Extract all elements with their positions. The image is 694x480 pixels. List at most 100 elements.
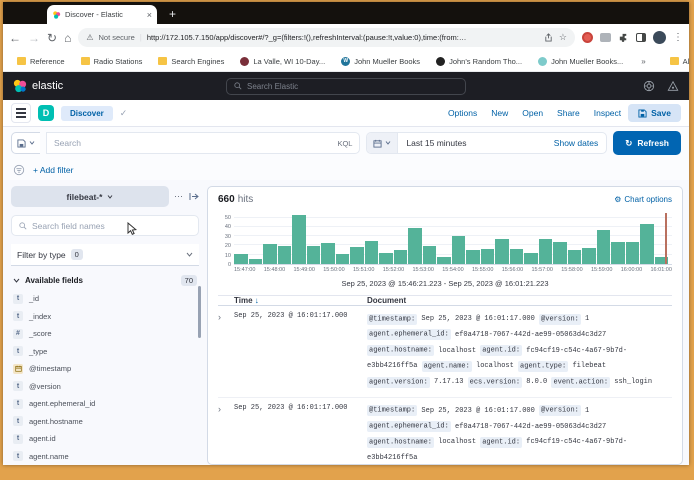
histogram-bar[interactable] [263,244,277,264]
field-item[interactable]: @timestamp [11,360,199,378]
new-tab-button[interactable]: + [169,7,176,21]
elastic-logo[interactable]: elastic [13,79,63,93]
chart-plot-area[interactable] [234,213,672,265]
histogram-bar[interactable] [452,236,466,264]
global-search-input[interactable]: Search Elastic [226,78,466,95]
sort-desc-icon[interactable]: ↓ [255,296,259,305]
side-panel-icon[interactable] [636,33,646,42]
back-icon[interactable]: ← [9,32,21,44]
histogram-bar[interactable] [611,242,625,264]
kql-search-input[interactable]: Search KQL [46,132,360,154]
histogram-bar[interactable] [394,250,408,264]
browser-menu-icon[interactable]: ⋮ [673,32,683,43]
field-item[interactable]: tagent.ephemeral_id [11,395,199,413]
extension-icon-gray[interactable] [600,33,611,42]
menu-link-options[interactable]: Options [448,108,477,118]
browser-tab[interactable]: Discover - Elastic × [47,5,157,24]
profile-avatar[interactable] [653,31,666,44]
show-dates-link[interactable]: Show dates [546,138,606,148]
filter-settings-icon[interactable] [13,164,25,176]
histogram-bar[interactable] [365,241,379,264]
histogram-bar[interactable] [379,253,393,264]
histogram-bar[interactable] [597,230,611,264]
not-secure-label[interactable]: Not secure [98,33,134,42]
bookmark-item[interactable]: WJohn Mueller Books [335,57,426,66]
alerts-icon[interactable] [667,80,679,92]
bookmarks-overflow-icon[interactable]: » [637,57,649,66]
histogram-bar[interactable] [234,254,248,264]
reload-icon[interactable]: ↻ [47,32,57,44]
bookmark-item[interactable]: All Bookmarks [664,57,689,66]
histogram-bar[interactable] [640,224,654,264]
index-pattern-more-icon[interactable]: ⋯ [174,191,184,202]
bookmark-star-icon[interactable]: ☆ [559,32,567,43]
menu-link-inspect[interactable]: Inspect [594,108,621,118]
saved-query-menu-button[interactable] [11,132,40,154]
home-icon[interactable]: ⌂ [64,32,71,44]
menu-link-new[interactable]: New [491,108,508,118]
breadcrumb[interactable]: Discover [61,106,113,121]
save-button[interactable]: Save [628,104,681,122]
field-search-input[interactable]: Search field names [11,215,199,236]
bookmark-item[interactable]: La Valle, WI 10-Day... [234,57,331,66]
row-document[interactable]: @timestamp: Sep 25, 2023 @ 16:01:17.000 … [367,404,672,465]
row-document[interactable]: @timestamp: Sep 25, 2023 @ 16:01:17.000 … [367,312,672,391]
url-text[interactable]: http://172.105.7.150/app/discover#/?_g=(… [147,33,539,42]
histogram-bar[interactable] [510,249,524,264]
histogram-bar[interactable] [626,242,640,264]
field-item[interactable]: t@version [11,378,199,396]
extensions-puzzle-icon[interactable] [618,32,629,43]
bookmark-item[interactable]: Reference [11,57,71,66]
field-item[interactable]: t_index [11,308,199,326]
histogram-bar[interactable] [437,257,451,264]
histogram-bar[interactable] [408,228,422,264]
chart-options-button[interactable]: ⚙ Chart options [614,195,672,204]
forward-icon[interactable]: → [28,32,40,44]
time-range-value[interactable]: Last 15 minutes [398,138,545,148]
field-item[interactable]: tagent.hostname [11,413,199,431]
url-bar[interactable]: ⚠ Not secure | http://172.105.7.150/app/… [78,28,575,47]
refresh-button[interactable]: ↻ Refresh [613,131,681,155]
kql-badge[interactable]: KQL [337,139,352,148]
index-pattern-select[interactable]: filebeat-* [11,186,169,207]
field-item[interactable]: t_id [11,290,199,308]
histogram-bar[interactable] [582,248,596,264]
histogram-bar[interactable] [292,215,306,264]
bookmark-item[interactable]: John's Random Tho... [430,57,528,66]
nav-menu-icon[interactable] [11,103,31,123]
bookmark-item[interactable]: John Mueller Books... [532,57,629,66]
field-item[interactable]: t_type [11,343,199,361]
histogram-bar[interactable] [336,254,350,264]
add-filter-link[interactable]: + Add filter [33,165,73,175]
histogram-bar[interactable] [466,250,480,264]
collapse-sidebar-icon[interactable] [189,192,199,201]
expand-row-icon[interactable]: › [218,404,234,465]
field-item[interactable]: tagent.id [11,430,199,448]
histogram-bar[interactable] [249,259,263,264]
date-quick-menu-button[interactable] [367,133,398,153]
histogram-bar[interactable] [321,243,335,264]
histogram-bar[interactable] [553,242,567,264]
space-badge[interactable]: D [38,105,54,121]
extension-icon-red[interactable] [582,32,593,43]
help-icon[interactable] [643,80,655,92]
close-tab-icon[interactable]: × [147,10,152,20]
available-fields-header[interactable]: Available fields 70 [11,275,199,286]
histogram-bar[interactable] [350,247,364,264]
histogram-bar[interactable] [524,253,538,264]
histogram-bar[interactable] [481,249,495,264]
field-item[interactable]: #_score [11,325,199,343]
sidebar-scrollbar[interactable] [198,286,201,338]
time-column-header[interactable]: Time ↓ [234,296,367,305]
filter-by-type-select[interactable]: Filter by type 0 [11,244,199,266]
histogram-bar[interactable] [495,239,509,264]
histogram-bar[interactable] [568,250,582,264]
field-item[interactable]: tagent.name [11,448,199,466]
menu-link-open[interactable]: Open [522,108,543,118]
share-icon[interactable] [544,33,553,42]
histogram-bar[interactable] [423,246,437,264]
expand-row-icon[interactable]: › [218,312,234,391]
bookmark-item[interactable]: Search Engines [152,57,230,66]
bookmark-item[interactable]: Radio Stations [75,57,149,66]
menu-link-share[interactable]: Share [557,108,580,118]
